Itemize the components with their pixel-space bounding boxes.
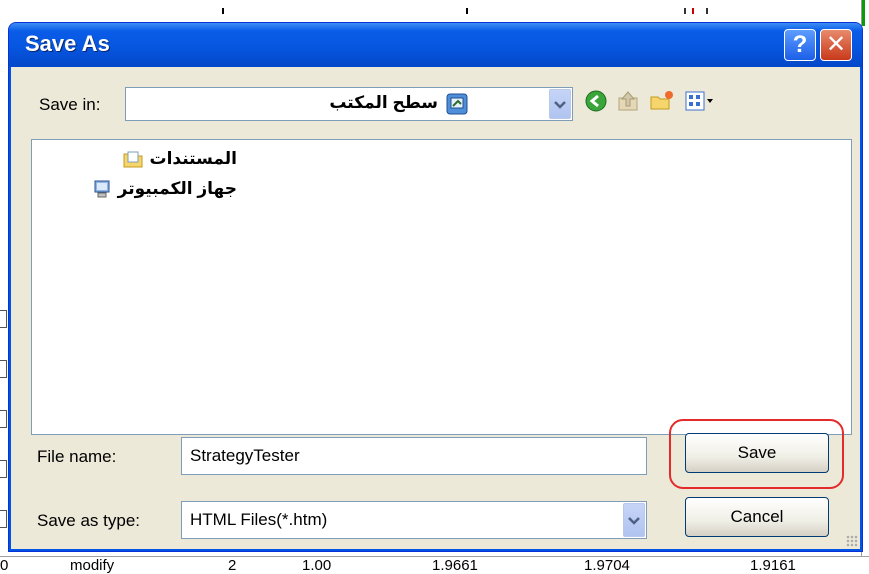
- dialog-title: Save As: [25, 31, 110, 56]
- save-button[interactable]: Save: [685, 433, 829, 473]
- bg-cell: [0, 460, 7, 478]
- bg-cell: [0, 410, 7, 428]
- background-green-bar: [862, 0, 865, 26]
- bg-cell-text: 1.9161: [750, 557, 796, 574]
- bg-cell: [0, 510, 7, 528]
- documents-folder-icon: [123, 149, 143, 169]
- chevron-down-icon[interactable]: [549, 89, 571, 119]
- chevron-down-icon[interactable]: [623, 503, 645, 537]
- save-in-dropdown[interactable]: سطح المكتب: [125, 87, 573, 121]
- save-as-dialog: Save As ? ✕ Save in: سطح المكتب المستندا…: [8, 22, 863, 552]
- save-in-value: سطح المكتب: [329, 93, 438, 112]
- bg-cell-text: 0: [0, 557, 9, 574]
- bg-cell-text: 1.9704: [584, 557, 630, 574]
- cancel-button[interactable]: Cancel: [685, 497, 829, 537]
- computer-icon: [92, 179, 112, 199]
- title-bar[interactable]: Save As ? ✕: [9, 23, 862, 67]
- file-name-label: File name:: [37, 447, 117, 466]
- bg-cell-text: 2: [228, 557, 237, 574]
- bg-tick: [706, 8, 708, 14]
- background-table-row: 0 modify 2 1.00 1.9661 1.9704 1.9161: [0, 556, 869, 574]
- bg-tick: [222, 8, 224, 14]
- save-as-type-label: Save as type:: [37, 511, 141, 530]
- bg-cell-text: 1.9661: [432, 557, 478, 574]
- bg-cell: [0, 310, 7, 328]
- bg-tick: [684, 8, 686, 14]
- file-list[interactable]: المستندات جهاز الكمبيوتر: [31, 139, 852, 435]
- bg-tick: [692, 8, 694, 14]
- up-folder-icon[interactable]: [615, 89, 641, 115]
- list-item[interactable]: جهاز الكمبيوتر: [92, 176, 237, 202]
- bg-cell: [0, 360, 7, 378]
- bg-tick: [466, 8, 468, 14]
- bg-cell-text: 1.00: [302, 557, 332, 574]
- desktop-icon: [446, 93, 468, 115]
- list-item[interactable]: المستندات: [123, 146, 237, 172]
- background-window-top: [0, 0, 869, 14]
- list-item-label: جهاز الكمبيوتر: [117, 179, 237, 198]
- list-item-label: المستندات: [149, 149, 237, 168]
- views-menu-icon[interactable]: [683, 89, 717, 115]
- save-as-type-value: HTML Files(*.htm): [190, 510, 328, 529]
- save-in-label: Save in:: [39, 95, 101, 114]
- file-name-field[interactable]: StrategyTester: [181, 437, 647, 475]
- close-button[interactable]: ✕: [820, 29, 852, 61]
- resize-grip[interactable]: [846, 535, 858, 547]
- bg-cell-text: modify: [70, 557, 115, 574]
- new-folder-icon[interactable]: [649, 89, 675, 115]
- save-as-type-dropdown[interactable]: HTML Files(*.htm): [181, 501, 647, 539]
- back-arrow-icon[interactable]: [583, 89, 609, 115]
- help-button[interactable]: ?: [784, 29, 816, 61]
